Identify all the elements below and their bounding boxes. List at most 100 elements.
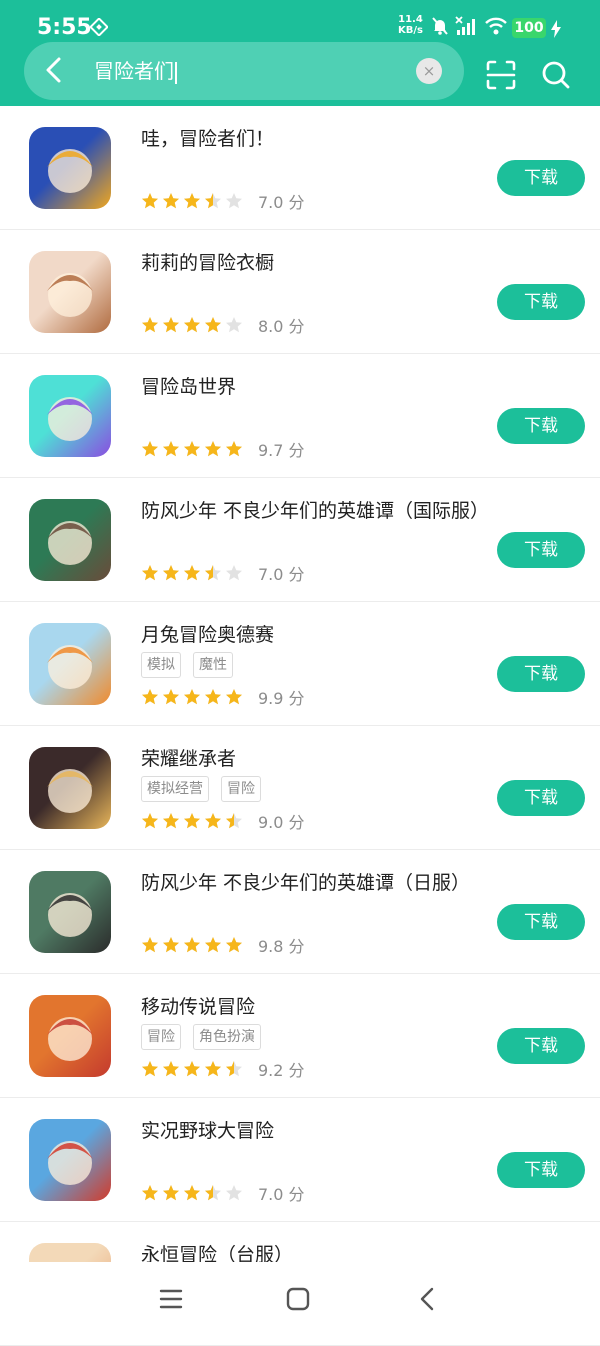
download-button[interactable]: 下载 (497, 408, 585, 444)
star-icon (205, 193, 221, 209)
scan-icon[interactable] (484, 58, 518, 92)
top-header: 5:55 11.4 KB/s 100 冒险者们 × (0, 0, 600, 106)
app-score-value: 7.0 (258, 565, 284, 584)
app-score-unit: 分 (283, 193, 305, 212)
star-icon (184, 813, 200, 829)
star-icon (142, 689, 158, 705)
star-icon (205, 1185, 221, 1201)
star-icon (205, 565, 221, 581)
app-list-item[interactable]: 防风少年 不良少年们的英雄谭（国际服） 7.0 分 下载 (0, 478, 600, 602)
app-icon-art (47, 273, 93, 317)
status-bar: 5:55 11.4 KB/s 100 (0, 0, 600, 46)
app-title: 荣耀继承者 (141, 748, 237, 770)
app-rating: 8.0 分 (141, 313, 305, 337)
app-tag: 模拟经营 (141, 776, 209, 802)
star-icon (142, 1185, 158, 1201)
app-tags: 模拟经营 冒险 (141, 776, 273, 802)
app-score-value: 8.0 (258, 317, 284, 336)
download-button[interactable]: 下载 (497, 780, 585, 816)
app-icon-art (47, 1017, 93, 1061)
wifi-icon (484, 16, 508, 40)
app-rating: 9.9 分 (141, 685, 305, 709)
app-title: 月兔冒险奥德赛 (141, 624, 275, 646)
star-icon (226, 813, 242, 829)
star-icon (226, 1061, 242, 1077)
app-score-unit: 分 (283, 937, 305, 956)
app-score-unit: 分 (283, 1061, 305, 1080)
star-icon (184, 689, 200, 705)
system-navigation-bar (0, 1262, 600, 1333)
star-icon (163, 937, 179, 953)
app-score-value: 9.7 (258, 441, 284, 460)
download-button[interactable]: 下载 (497, 904, 585, 940)
star-icon (226, 1185, 242, 1201)
app-icon[interactable] (29, 747, 111, 829)
app-title: 防风少年 不良少年们的英雄谭（日服） (141, 872, 471, 894)
star-icon (142, 813, 158, 829)
app-rating: 7.0 分 (141, 561, 305, 585)
app-score: 9.7 分 (258, 437, 305, 461)
app-score-value: 9.9 (258, 689, 284, 708)
download-button[interactable]: 下载 (497, 1028, 585, 1064)
app-list-item[interactable]: 月兔冒险奥德赛 模拟 魔性 9.9 分 下载 (0, 602, 600, 726)
app-score: 8.0 分 (258, 313, 305, 337)
app-list-item[interactable]: 冒险岛世界 9.7 分 下载 (0, 354, 600, 478)
search-input[interactable]: 冒险者们 (94, 57, 177, 85)
app-title: 实况野球大冒险 (141, 1120, 275, 1142)
app-score: 9.2 分 (258, 1057, 305, 1081)
star-icon (205, 441, 221, 457)
network-speed: 11.4 KB/s (398, 14, 423, 36)
star-icon (226, 441, 242, 457)
app-title: 哇，冒险者们！ (141, 128, 275, 150)
star-icon (184, 565, 200, 581)
star-icon (205, 317, 221, 333)
app-icon[interactable] (29, 1119, 111, 1201)
star-icon (142, 1061, 158, 1077)
star-icon (142, 937, 158, 953)
app-icon[interactable] (29, 375, 111, 457)
app-tag: 角色扮演 (193, 1024, 261, 1050)
text-caret (175, 61, 177, 84)
star-icon (184, 193, 200, 209)
app-tag: 冒险 (221, 776, 261, 802)
app-list-item[interactable]: 实况野球大冒险 7.0 分 下载 (0, 1098, 600, 1222)
app-score-unit: 分 (283, 441, 305, 460)
star-icon (163, 565, 179, 581)
charging-icon (551, 20, 561, 42)
star-icon (163, 689, 179, 705)
app-icon[interactable] (29, 995, 111, 1077)
app-title: 移动传说冒险 (141, 996, 256, 1018)
app-list-item[interactable]: 移动传说冒险 冒险 角色扮演 9.2 分 下载 (0, 974, 600, 1098)
download-button[interactable]: 下载 (497, 532, 585, 568)
app-score-value: 9.8 (258, 937, 284, 956)
star-icon (226, 689, 242, 705)
menu-icon[interactable] (156, 1284, 186, 1314)
search-results-list: 哇，冒险者们！ 7.0 分下载 莉莉的冒险衣橱 8.0 分下载 冒险岛世界 9.7 分下载… (0, 106, 600, 1346)
app-list-item[interactable]: 防风少年 不良少年们的英雄谭（日服） 9.8 分 下载 (0, 850, 600, 974)
back-icon[interactable] (412, 1284, 442, 1314)
app-icon-art (47, 149, 93, 193)
search-icon[interactable] (539, 58, 573, 92)
download-button[interactable]: 下载 (497, 160, 585, 196)
clear-search-button[interactable]: × (416, 58, 442, 84)
app-icon[interactable] (29, 127, 111, 209)
app-list-item[interactable]: 哇，冒险者们！ 7.0 分 下载 (0, 106, 600, 230)
app-list-item[interactable]: 荣耀继承者 模拟经营 冒险 9.0 分 下载 (0, 726, 600, 850)
app-list-item[interactable]: 莉莉的冒险衣橱 8.0 分 下载 (0, 230, 600, 354)
app-icon[interactable] (29, 871, 111, 953)
download-button[interactable]: 下载 (497, 656, 585, 692)
back-arrow-icon[interactable] (36, 53, 70, 87)
app-icon-art (47, 397, 93, 441)
home-icon[interactable] (283, 1284, 313, 1314)
app-score-value: 7.0 (258, 193, 284, 212)
star-icon (163, 1185, 179, 1201)
search-query: 冒险者们 (94, 59, 174, 83)
download-button[interactable]: 下载 (497, 1152, 585, 1188)
app-icon[interactable] (29, 251, 111, 333)
app-icon[interactable] (29, 499, 111, 581)
app-score: 7.0 分 (258, 1181, 305, 1205)
download-button[interactable]: 下载 (497, 284, 585, 320)
app-icon[interactable] (29, 623, 111, 705)
search-bar[interactable] (24, 42, 464, 100)
app-notification-icon (89, 17, 109, 40)
